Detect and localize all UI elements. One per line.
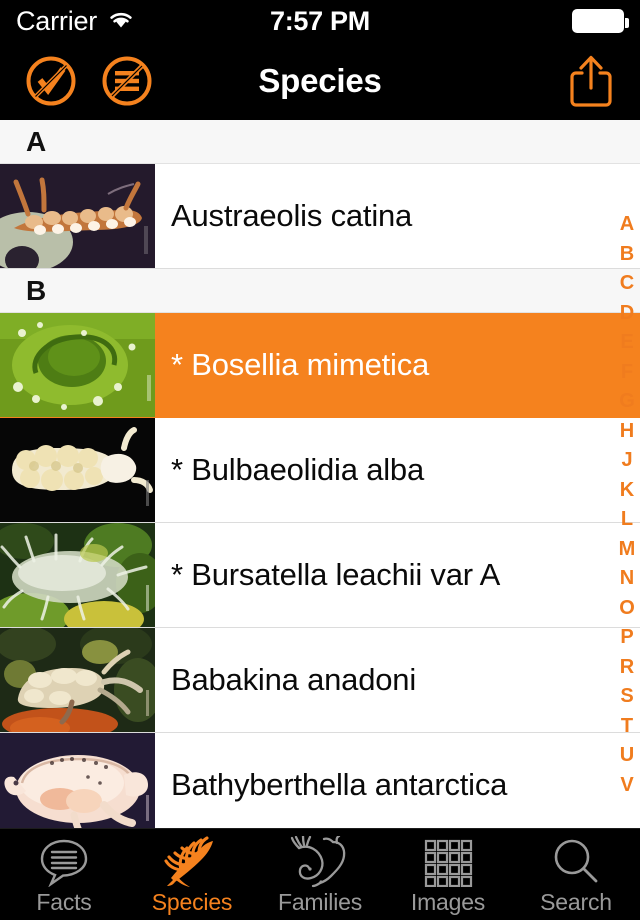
circle-slash-checkmark-icon bbox=[24, 56, 78, 111]
tab-facts[interactable]: Facts bbox=[0, 829, 128, 916]
list-item[interactable]: * Bulbaeolidia alba bbox=[0, 418, 640, 523]
status-bar-right bbox=[572, 9, 629, 33]
species-name: * Bosellia mimetica bbox=[171, 347, 430, 382]
two-slugs-icon bbox=[289, 836, 351, 888]
tab-bar: Facts Species Families Images Search bbox=[0, 828, 640, 920]
list-item[interactable]: Babakina anadoni bbox=[0, 628, 640, 733]
no-checkmark-button[interactable] bbox=[24, 54, 78, 108]
species-name: Bathyberthella antarctica bbox=[171, 767, 508, 802]
index-letter-m[interactable]: M bbox=[614, 535, 640, 565]
navigation-bar: Species bbox=[0, 42, 640, 120]
thumb-bursatella bbox=[0, 523, 155, 627]
thumb-austraeolis bbox=[0, 164, 155, 268]
index-letter-n[interactable]: N bbox=[614, 564, 640, 594]
species-thumbnail bbox=[0, 733, 155, 828]
index-letter-j[interactable]: J bbox=[614, 446, 640, 476]
tab-label: Facts bbox=[36, 889, 92, 915]
section-index-bar[interactable]: ABCDEFGHJKLMNOPRSTUV bbox=[614, 128, 640, 824]
species-thumbnail bbox=[0, 628, 155, 732]
species-thumbnail bbox=[0, 418, 155, 522]
battery-icon bbox=[572, 9, 629, 33]
index-letter-e[interactable]: E bbox=[614, 328, 640, 358]
thumb-bulbaeolidia bbox=[0, 418, 155, 522]
index-letter-t[interactable]: T bbox=[614, 712, 640, 742]
tab-families[interactable]: Families bbox=[256, 829, 384, 916]
index-letter-f[interactable]: F bbox=[614, 358, 640, 388]
species-thumbnail bbox=[0, 523, 155, 627]
index-letter-c[interactable]: C bbox=[614, 269, 640, 299]
app-screen: Carrier 7:57 PM Species A Austraeolis ca… bbox=[0, 0, 640, 920]
species-name: Austraeolis catina bbox=[171, 198, 413, 233]
navigation-bar-left-buttons bbox=[24, 54, 154, 108]
list-item[interactable]: * Bursatella leachii var A bbox=[0, 523, 640, 628]
index-letter-g[interactable]: G bbox=[614, 387, 640, 417]
tab-images[interactable]: Images bbox=[384, 829, 512, 916]
index-letter-p[interactable]: P bbox=[614, 623, 640, 653]
status-bar: Carrier 7:57 PM bbox=[0, 0, 640, 42]
index-letter-b[interactable]: B bbox=[614, 240, 640, 270]
species-name: * Bursatella leachii var A bbox=[171, 557, 501, 592]
species-thumbnail bbox=[0, 313, 155, 417]
index-letter-v[interactable]: V bbox=[614, 771, 640, 801]
index-letter-a[interactable]: A bbox=[614, 210, 640, 240]
share-up-arrow-icon bbox=[566, 55, 616, 113]
tab-label: Search bbox=[540, 889, 612, 915]
thumb-bosellia bbox=[0, 313, 155, 417]
index-letter-r[interactable]: R bbox=[614, 653, 640, 683]
navigation-bar-right-buttons bbox=[566, 52, 616, 110]
index-letter-k[interactable]: K bbox=[614, 476, 640, 506]
species-name: * Bulbaeolidia alba bbox=[171, 452, 425, 487]
battery-level-fill bbox=[574, 11, 622, 31]
tab-search[interactable]: Search bbox=[512, 829, 640, 916]
list-item-selected[interactable]: * Bosellia mimetica bbox=[0, 313, 640, 418]
status-bar-clock: 7:57 PM bbox=[270, 5, 370, 36]
section-header-b: B bbox=[0, 269, 640, 313]
index-letter-s[interactable]: S bbox=[614, 682, 640, 712]
list-item[interactable]: Austraeolis catina bbox=[0, 164, 640, 269]
section-header-a: A bbox=[0, 120, 640, 164]
thumb-babakina bbox=[0, 628, 155, 732]
no-list-button[interactable] bbox=[100, 54, 154, 108]
tab-label: Families bbox=[277, 889, 363, 915]
index-letter-o[interactable]: O bbox=[614, 594, 640, 624]
tab-label: Images bbox=[410, 889, 486, 915]
species-thumbnail bbox=[0, 164, 155, 268]
tab-label: Species bbox=[151, 889, 233, 915]
nudibranch-icon bbox=[163, 836, 221, 888]
speech-bubble-icon bbox=[38, 836, 90, 888]
tab-species[interactable]: Species bbox=[128, 829, 256, 916]
share-button[interactable] bbox=[566, 52, 616, 110]
species-list[interactable]: A Austraeolis catina B * Bosellia mimeti… bbox=[0, 120, 640, 828]
index-letter-l[interactable]: L bbox=[614, 505, 640, 535]
index-letter-h[interactable]: H bbox=[614, 417, 640, 447]
magnifier-icon bbox=[550, 836, 602, 888]
species-name: Babakina anadoni bbox=[171, 662, 417, 697]
list-item[interactable]: Bathyberthella antarctica bbox=[0, 733, 640, 828]
thumb-bathyberthella bbox=[0, 733, 155, 828]
index-letter-u[interactable]: U bbox=[614, 741, 640, 771]
index-letter-d[interactable]: D bbox=[614, 299, 640, 329]
circle-slash-list-icon bbox=[100, 56, 154, 111]
grid-icon bbox=[423, 836, 473, 888]
